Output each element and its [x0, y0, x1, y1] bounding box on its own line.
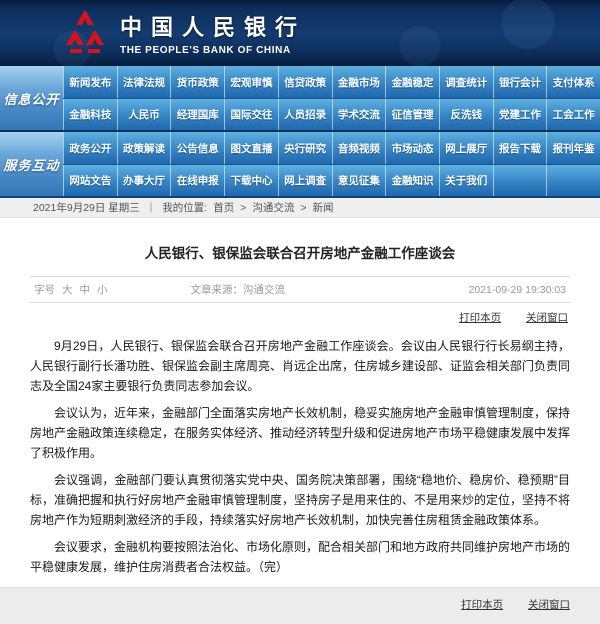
current-date: 2021年9月29日 星期三: [33, 202, 140, 214]
nav-item[interactable]: 人员招录: [277, 99, 332, 130]
nav-item[interactable]: 央行研究: [277, 132, 332, 164]
nav-item[interactable]: 报刊年鉴: [546, 132, 600, 164]
nav-item[interactable]: 报告下载: [492, 132, 547, 164]
font-size-large-button[interactable]: 大: [62, 282, 73, 297]
nav-item[interactable]: 信贷政策: [277, 66, 332, 98]
nav-item[interactable]: 货币政策: [170, 66, 225, 98]
nav-item[interactable]: 办事大厅: [116, 165, 171, 196]
article-datetime: 2021-09-29 19:30:03: [468, 283, 567, 296]
article-source: 文章来源：沟通交流: [190, 284, 285, 296]
nav-item[interactable]: 新闻发布: [63, 66, 117, 98]
nav-row: 政务公开 政策解读 公告信息 图文直播 央行研究 音频视频 市场动态 网上展厅 …: [63, 132, 600, 164]
nav-item[interactable]: 网站文告: [63, 165, 117, 196]
bank-name-en: THE PEOPLE'S BANK OF CHINA: [120, 45, 291, 56]
nav-item[interactable]: 下载中心: [224, 165, 278, 196]
article-content: 人民银行、银保监会联合召开房地产金融工作座谈会 字号 大 中 小 文章来源：沟通…: [0, 218, 600, 577]
article-paragraph: 会议认为，近年来，金融部门全面落实房地产长效机制，稳妥实施房地产金融审慎管理制度…: [30, 406, 571, 460]
breadcrumb: 2021年9月29日 星期三 ｜ 我的位置: 首页 > 沟通交流 > 新闻: [0, 198, 600, 218]
breadcrumb-link-goutongjiaoliu[interactable]: 沟通交流: [252, 200, 294, 215]
nav-item[interactable]: 支付体系: [546, 66, 600, 98]
nav-block-info: 信息公开 新闻发布 法律法规 货币政策 宏观审慎 信贷政策 金融市场 金融稳定 …: [0, 66, 600, 130]
nav-tab-xinxigongkai[interactable]: 信息公开: [0, 66, 63, 130]
site-header: 中国人民银行 THE PEOPLE'S BANK OF CHINA: [0, 0, 600, 66]
nav-item[interactable]: 网上调查: [277, 165, 332, 196]
nav-item[interactable]: 金融稳定: [385, 66, 439, 98]
article-meta-row: 字号 大 中 小 文章来源：沟通交流 2021-09-29 19:30:03: [30, 276, 570, 303]
nav-item[interactable]: 金融知识: [385, 165, 439, 196]
nav-item[interactable]: 市场动态: [385, 132, 439, 164]
article-paragraph: 会议强调，金融部门要认真贯彻落实党中央、国务院决策部署，围绕“稳地价、稳房价、稳…: [30, 473, 571, 527]
nav-item[interactable]: 在线申报: [170, 165, 225, 196]
main-nav: 信息公开 新闻发布 法律法规 货币政策 宏观审慎 信贷政策 金融市场 金融稳定 …: [0, 66, 600, 198]
article-body: 9月29日，人民银行、银保监会联合召开房地产金融工作座谈会。会议由人民银行行长易…: [30, 336, 570, 577]
nav-tab-fuwuhudong[interactable]: 服务互动: [0, 132, 63, 196]
logo-wrap: 中国人民银行 THE PEOPLE'S BANK OF CHINA: [64, 9, 306, 57]
nav-item[interactable]: 政务公开: [63, 132, 117, 164]
bank-name-cn: 中国人民银行: [120, 15, 307, 41]
nav-item-filler: [492, 165, 547, 196]
nav-item[interactable]: 关于我们: [438, 165, 493, 196]
article-paragraph: 会议要求，金融机构要按照法治化、市场化原则，配合相关部门和地方政府共同维护房地产…: [30, 540, 571, 574]
nav-item[interactable]: 党建工作: [492, 99, 547, 130]
font-size-medium-button[interactable]: 中: [80, 282, 91, 297]
print-page-link[interactable]: 打印本页: [461, 599, 503, 611]
page-title: 人民银行、银保监会联合召开房地产金融工作座谈会: [144, 246, 456, 261]
breadcrumb-arrow-icon: >: [240, 201, 247, 214]
nav-row: 网站文告 办事大厅 在线申报 下载中心 网上调查 意见征集 金融知识 关于我们: [63, 164, 600, 196]
font-size-small-button[interactable]: 小: [97, 282, 108, 297]
nav-row: 新闻发布 法律法规 货币政策 宏观审慎 信贷政策 金融市场 金融稳定 调查统计 …: [63, 66, 600, 98]
nav-row: 金融科技 人民币 经理国库 国际交往 人员招录 学术交流 征信管理 反洗钱 党建…: [63, 98, 600, 130]
nav-item[interactable]: 人民币: [116, 99, 171, 130]
nav-item[interactable]: 法律法规: [116, 66, 171, 98]
nav-block-service: 服务互动 政务公开 政策解读 公告信息 图文直播 央行研究 音频视频 市场动态 …: [0, 130, 600, 196]
pboc-logo-icon: [66, 10, 104, 53]
nav-item[interactable]: 国际交往: [224, 99, 278, 130]
close-window-link[interactable]: 关闭窗口: [528, 599, 570, 611]
nav-item[interactable]: 工会工作: [546, 99, 600, 130]
nav-item[interactable]: 音频视频: [331, 132, 386, 164]
print-page-link[interactable]: 打印本页: [459, 312, 501, 324]
close-window-link[interactable]: 关闭窗口: [526, 312, 568, 324]
location-label: 我的位置:: [162, 202, 208, 214]
nav-item[interactable]: 经理国库: [170, 99, 225, 130]
breadcrumb-arrow-icon: >: [300, 201, 307, 214]
breadcrumb-separator: ｜: [145, 202, 157, 214]
nav-item[interactable]: 银行会计: [492, 66, 547, 98]
nav-item[interactable]: 反洗钱: [438, 99, 493, 130]
nav-item[interactable]: 网上展厅: [438, 132, 493, 164]
nav-item[interactable]: 调查统计: [438, 66, 493, 98]
nav-item[interactable]: 图文直播: [224, 132, 278, 164]
nav-item[interactable]: 公告信息: [170, 132, 225, 164]
breadcrumb-home-link[interactable]: 首页: [213, 200, 234, 215]
nav-item[interactable]: 金融市场: [331, 66, 386, 98]
article-actions-bottom: 打印本页 关闭窗口: [0, 587, 600, 624]
breadcrumb-link-xinwen[interactable]: 新闻: [313, 200, 334, 215]
nav-item[interactable]: 金融科技: [63, 99, 117, 130]
nav-item-filler: [546, 165, 600, 196]
nav-item[interactable]: 学术交流: [331, 99, 386, 130]
nav-item[interactable]: 宏观审慎: [224, 66, 278, 98]
nav-item[interactable]: 政策解读: [116, 132, 171, 164]
nav-item[interactable]: 征信管理: [385, 99, 439, 130]
article-paragraph: 9月29日，人民银行、银保监会联合召开房地产金融工作座谈会。会议由人民银行行长易…: [30, 339, 571, 393]
nav-item[interactable]: 意见征集: [331, 165, 386, 196]
article-actions-top: 打印本页 关闭窗口: [30, 303, 570, 329]
font-size-label: 字号: [34, 284, 55, 296]
